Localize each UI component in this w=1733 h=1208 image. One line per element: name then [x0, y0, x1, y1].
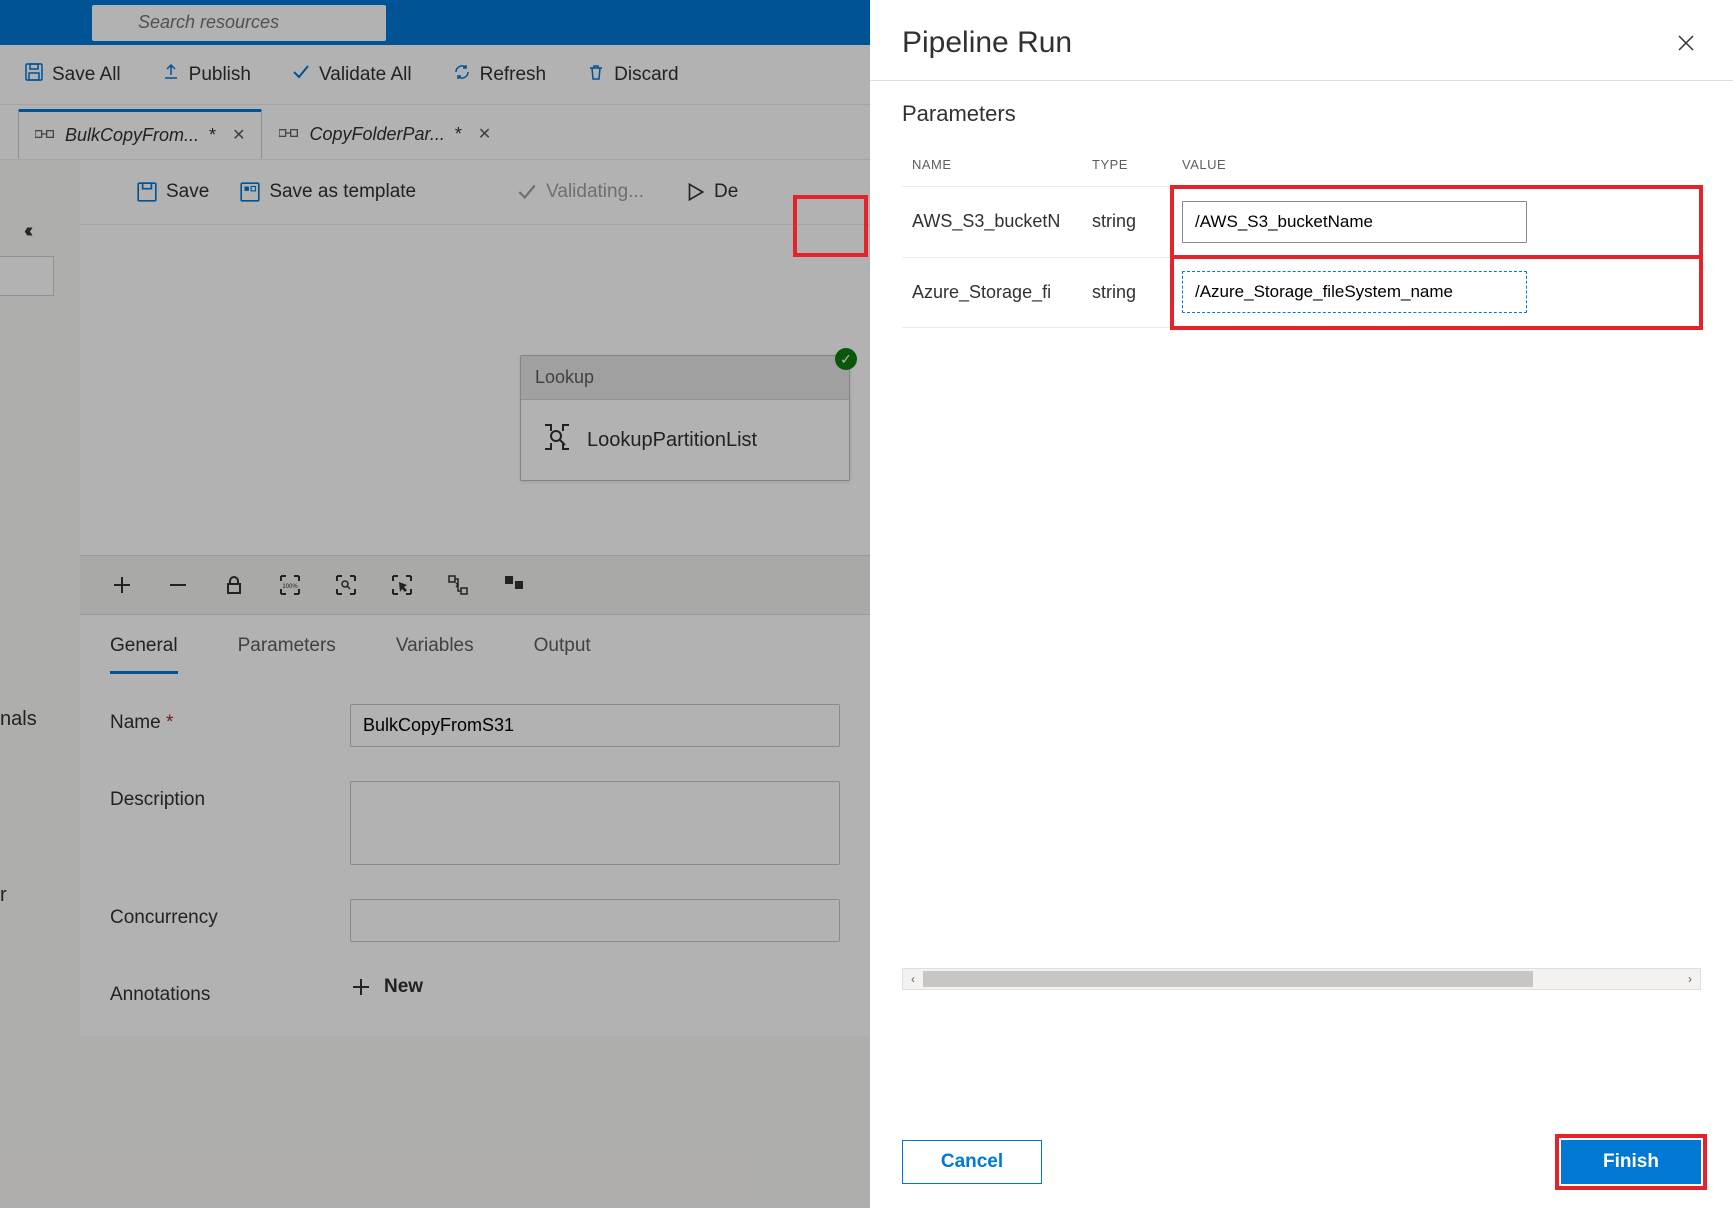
validating-label: Validating... [546, 181, 644, 203]
concurrency-input[interactable] [350, 899, 840, 942]
lookup-icon [541, 421, 573, 459]
svg-text:100%: 100% [282, 584, 298, 590]
tab-label: BulkCopyFrom... [65, 125, 199, 146]
param-value-input[interactable] [1182, 271, 1527, 313]
description-input[interactable] [350, 781, 840, 865]
details-panel: General Parameters Variables Output Name… [80, 615, 870, 1036]
tab-bulkcopy[interactable]: BulkCopyFrom... * ✕ [18, 109, 262, 159]
pipeline-canvas[interactable]: Lookup ✓ LookupPartitionList [80, 225, 870, 555]
zoom-in-icon[interactable] [110, 573, 134, 597]
sidebar-fragment: nals [0, 708, 37, 731]
dirty-indicator: * [455, 124, 462, 145]
publish-icon [161, 62, 181, 88]
search-input[interactable] [92, 5, 386, 41]
pipeline-run-panel: Pipeline Run Parameters NAME TYPE VALUE … [870, 0, 1733, 1208]
save-label: Save [166, 181, 209, 203]
discard-button[interactable]: Discard [586, 62, 678, 88]
tab-parameters-detail[interactable]: Parameters [238, 635, 336, 674]
brand-block [0, 4, 70, 41]
finish-button[interactable]: Finish [1561, 1140, 1701, 1184]
save-button[interactable]: Save [136, 181, 209, 203]
refresh-label: Refresh [480, 64, 547, 86]
description-label: Description [110, 781, 350, 811]
dirty-indicator: * [209, 125, 216, 146]
save-template-label: Save as template [269, 181, 416, 203]
close-panel-button[interactable] [1671, 28, 1701, 58]
param-name: Azure_Storage_fi [902, 257, 1082, 328]
new-label: New [384, 976, 423, 998]
save-as-template-button[interactable]: Save as template [239, 181, 416, 203]
pipeline-icon [279, 124, 299, 145]
minimap-icon[interactable] [502, 573, 526, 597]
save-icon [24, 62, 44, 88]
activity-type: Lookup [535, 367, 594, 388]
check-icon [291, 62, 311, 88]
concurrency-label: Concurrency [110, 899, 350, 929]
validating-status: Validating... [516, 181, 644, 203]
detail-tabs: General Parameters Variables Output [80, 615, 870, 674]
main-toolbar: Save All Publish Validate All Refresh Di… [0, 45, 870, 105]
tab-output[interactable]: Output [534, 635, 591, 674]
save-all-button[interactable]: Save All [24, 62, 121, 88]
canvas-bottom-toolbar: 100% [80, 555, 870, 615]
activity-name: LookupPartitionList [587, 429, 757, 452]
col-name: NAME [902, 145, 1082, 187]
horizontal-scrollbar[interactable]: ‹ › [902, 968, 1701, 990]
fit-zoom-icon[interactable] [334, 573, 358, 597]
pipeline-icon [35, 125, 55, 146]
name-label: Name [110, 704, 350, 734]
parameters-table: NAME TYPE VALUE AWS_S3_bucketN string Az… [902, 145, 1701, 328]
scroll-right-icon[interactable]: › [1680, 972, 1700, 986]
debug-button[interactable]: De [684, 181, 738, 203]
name-input[interactable] [350, 704, 840, 747]
refresh-icon [452, 62, 472, 88]
discard-label: Discard [614, 64, 678, 86]
zoom-100-icon[interactable]: 100% [278, 573, 302, 597]
close-icon[interactable]: ✕ [232, 125, 245, 145]
auto-align-icon[interactable] [446, 573, 470, 597]
param-type: string [1082, 257, 1172, 328]
scroll-left-icon[interactable]: ‹ [903, 972, 923, 986]
parameters-heading: Parameters [902, 101, 1701, 127]
tab-variables[interactable]: Variables [396, 635, 474, 674]
success-badge-icon: ✓ [835, 348, 857, 370]
close-icon[interactable]: ✕ [478, 124, 491, 144]
add-annotation-button[interactable]: New [350, 976, 840, 998]
col-value: VALUE [1172, 145, 1701, 187]
scrollbar-thumb[interactable] [923, 971, 1533, 987]
tab-copyfolder[interactable]: CopyFolderPar... * ✕ [262, 109, 508, 159]
lookup-activity[interactable]: Lookup ✓ LookupPartitionList [520, 355, 850, 481]
top-search-bar [0, 0, 870, 45]
validate-all-label: Validate All [319, 64, 412, 86]
activity-header: Lookup ✓ [521, 356, 849, 400]
publish-button[interactable]: Publish [161, 62, 251, 88]
sidebar-stub [0, 256, 54, 296]
table-row: Azure_Storage_fi string [902, 257, 1701, 328]
annotations-label: Annotations [110, 976, 350, 1006]
editor-tab-strip: BulkCopyFrom... * ✕ CopyFolderPar... * ✕ [0, 105, 870, 160]
cancel-button[interactable]: Cancel [902, 1140, 1042, 1184]
publish-label: Publish [189, 64, 251, 86]
param-value-input[interactable] [1182, 201, 1527, 243]
sidebar-fragment: r [0, 884, 7, 907]
refresh-button[interactable]: Refresh [452, 62, 547, 88]
panel-title: Pipeline Run [902, 26, 1072, 60]
select-icon[interactable] [390, 573, 414, 597]
trash-icon [586, 62, 606, 88]
validate-all-button[interactable]: Validate All [291, 62, 412, 88]
table-row: AWS_S3_bucketN string [902, 187, 1701, 258]
canvas-toolbar: Save Save as template Validating... De [80, 160, 870, 225]
zoom-out-icon[interactable] [166, 573, 190, 597]
col-type: TYPE [1082, 145, 1172, 187]
collapse-sidebar-button[interactable]: ‹‹ [24, 220, 29, 243]
param-type: string [1082, 187, 1172, 258]
tab-general[interactable]: General [110, 635, 178, 674]
param-name: AWS_S3_bucketN [902, 187, 1082, 258]
save-all-label: Save All [52, 64, 121, 86]
debug-label: De [714, 181, 738, 203]
tab-label: CopyFolderPar... [309, 124, 444, 145]
lock-icon[interactable] [222, 573, 246, 597]
